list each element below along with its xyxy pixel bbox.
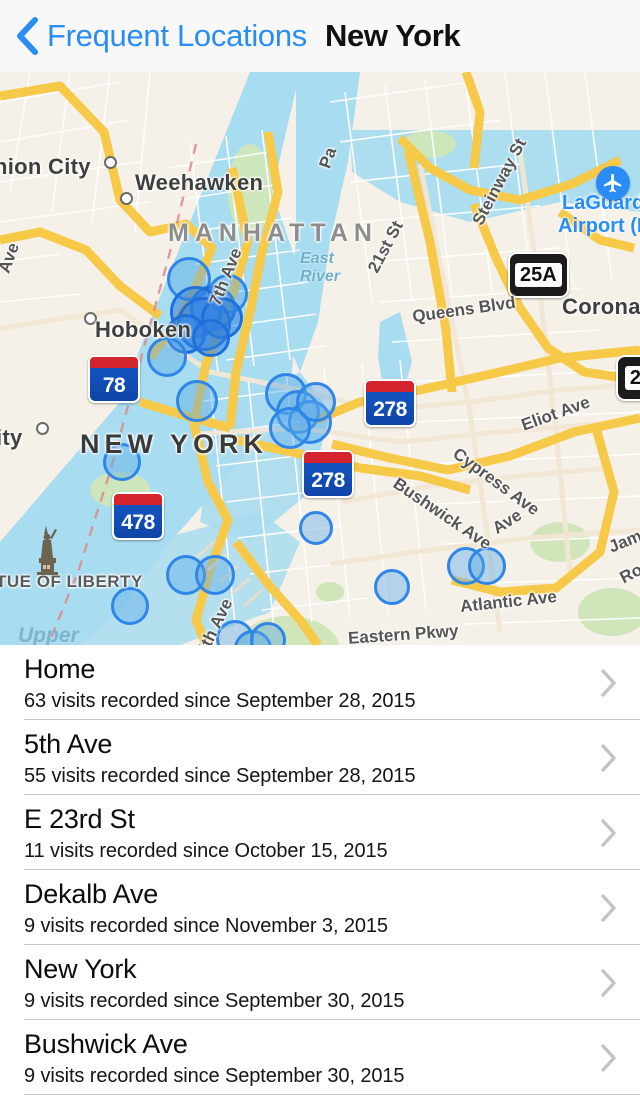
frequent-locations-screen: Frequent Locations New York 78 478 278 2… xyxy=(0,0,640,1106)
location-visit-summary: 11 visits recorded since October 15, 201… xyxy=(24,840,388,862)
list-item[interactable]: New York 9 visits recorded since Septembe… xyxy=(0,945,640,1020)
list-item[interactable]: Home 63 visits recorded since September 2… xyxy=(0,645,640,720)
map-place-label: Hoboken xyxy=(95,317,192,342)
map-street-label: Atlantic Ave xyxy=(459,586,558,617)
map-street-label: Ave xyxy=(489,505,526,538)
airplane-icon xyxy=(603,173,622,193)
back-button-label: Frequent Locations xyxy=(47,18,307,53)
chevron-right-icon xyxy=(601,668,616,697)
chevron-right-icon xyxy=(601,818,616,847)
map-place-label: nion City xyxy=(0,154,91,179)
map-poi-label: TUE OF LIBERTY xyxy=(0,572,143,591)
map-street-label: Ro xyxy=(616,559,640,588)
map-street-label: Bushwick Ave xyxy=(389,473,495,554)
location-visit-summary: 9 visits recorded since November 3, 2015 xyxy=(24,915,388,937)
map-street-label: 7th Ave xyxy=(205,245,246,309)
map-street-label: Eastern Pkwy xyxy=(347,621,460,645)
list-item[interactable]: E 23rd St 11 visits recorded since Octobe… xyxy=(0,795,640,870)
chevron-right-icon xyxy=(601,893,616,922)
chevron-left-icon xyxy=(17,17,38,55)
map-street-label: Queens Blvd xyxy=(411,292,517,327)
map-street-label: 4th Ave xyxy=(192,595,237,645)
map-place-label: MANHATTAN xyxy=(168,219,378,247)
map-labels-layer: nion City Weehawken MANHATTAN Hoboken ity NEW… xyxy=(0,72,640,645)
map-street-label: Cypress Ave xyxy=(449,444,543,520)
list-item[interactable]: Bushwick Ave 9 visits recorded since Sept… xyxy=(0,1020,640,1095)
map-street-label: 21st St xyxy=(363,217,407,276)
frequent-locations-list: Home 63 visits recorded since September 2… xyxy=(0,645,640,1095)
map-place-label: Corona xyxy=(562,294,640,319)
list-item[interactable]: Dekalb Ave 9 visits recorded since Novemb… xyxy=(0,870,640,945)
map-street-label: Ave xyxy=(0,240,23,276)
location-name: Dekalb Ave xyxy=(24,879,159,909)
list-item[interactable]: 5th Ave 55 visits recorded since Septembe… xyxy=(0,720,640,795)
airport-marker[interactable] xyxy=(596,166,630,200)
map-street-label: Jama xyxy=(605,522,640,557)
location-visit-summary: 55 visits recorded since September 28, 2… xyxy=(24,765,416,787)
row-separator xyxy=(24,1094,640,1095)
map-water-label: East xyxy=(300,250,334,267)
back-button[interactable]: Frequent Locations xyxy=(14,16,307,56)
map-view[interactable]: 7847827827827825A252727 nion CityWeehawk… xyxy=(0,72,640,645)
map-place-label: NEW YORK xyxy=(80,429,269,459)
map-water-label: River xyxy=(300,268,341,285)
map-place-label: Weehawken xyxy=(135,170,264,195)
location-name: Home xyxy=(24,654,96,684)
map-airport-label: Airport (LG xyxy=(558,215,640,237)
map-place-label: ity xyxy=(0,425,23,450)
chevron-right-icon xyxy=(601,968,616,997)
statue-of-liberty-icon xyxy=(37,526,58,575)
location-name: Bushwick Ave xyxy=(24,1029,188,1059)
location-visit-summary: 9 visits recorded since September 30, 20… xyxy=(24,1065,405,1087)
page-title: New York xyxy=(325,18,461,53)
chevron-right-icon xyxy=(601,743,616,772)
location-name: New York xyxy=(24,954,137,984)
map-street-label: Pa xyxy=(315,144,341,171)
navigation-bar: Frequent Locations New York xyxy=(0,0,640,72)
location-name: 5th Ave xyxy=(24,729,113,759)
map-street-label: Eliot Ave xyxy=(518,392,593,435)
location-name: E 23rd St xyxy=(24,804,135,834)
chevron-right-icon xyxy=(601,1043,616,1072)
location-visit-summary: 63 visits recorded since September 28, 2… xyxy=(24,690,416,712)
map-street-label: Steinway St xyxy=(468,135,531,229)
location-visit-summary: 9 visits recorded since September 30, 20… xyxy=(24,990,405,1012)
map-water-label: Upper xyxy=(18,624,79,645)
